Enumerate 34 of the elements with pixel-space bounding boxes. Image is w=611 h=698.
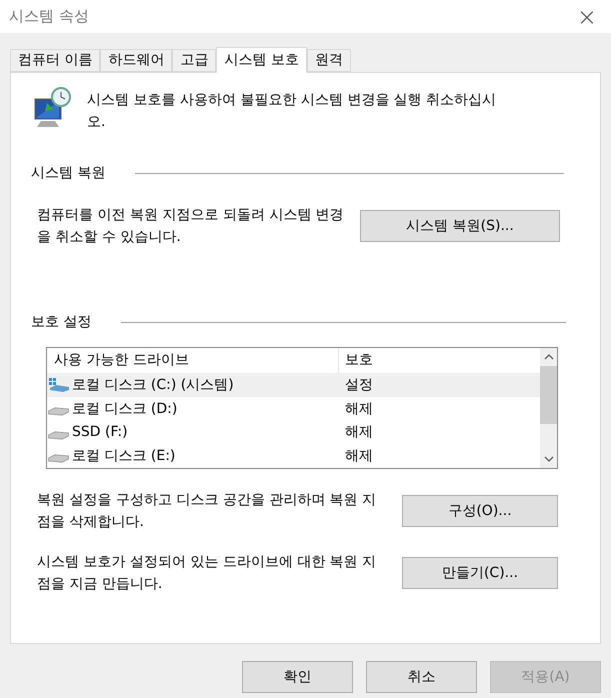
drive-name: 로컬 디스크 (D:) [72,400,178,418]
system-restore-button[interactable]: 시스템 복원(S)... [360,210,560,242]
section-heading: 보호 설정 [31,313,92,332]
tab[interactable]: 시스템 보호 [216,47,307,73]
dialog-button[interactable]: 확인 [242,661,353,693]
configure-description: 복원 설정을 구성하고 디스크 공간을 관리하며 복원 지점을 삭제합니다. [37,491,377,532]
system-drive-icon [48,377,70,394]
protection-status: 설정 [344,376,373,395]
close-button[interactable]: × [576,4,597,28]
tab[interactable]: 컴퓨터 이름 [10,49,100,72]
scrollbar[interactable] [540,348,557,468]
protection-status: 해제 [344,423,373,442]
drive-name: 로컬 디스크 (E:) [72,446,176,466]
tab[interactable]: 하드웨어 [100,49,172,72]
intro-text: 시스템 보호를 사용하여 불필요한 시스템 변경을 실행 취소하십시오. [87,91,498,132]
protection-status: 해제 [344,400,373,418]
protection-status: 해제 [344,446,373,466]
column-header[interactable]: 사용 가능한 드라이브 [47,348,339,373]
restore-description: 컴퓨터를 이전 복원 지점으로 되돌려 시스템 변경을 취소할 수 있습니다. [37,206,345,247]
drive-row[interactable]: 로컬 디스크 (C:) (시스템) 설정 [47,374,540,398]
drive-row[interactable]: SSD (F:) 해제 [47,420,540,444]
section-heading: 시스템 복원 [31,164,106,183]
tab[interactable]: 고급 [172,49,216,72]
drive-name: SSD (F:) [72,423,128,442]
create-description: 시스템 보호가 설정되어 있는 드라이브에 대한 복원 지점을 지금 만듭니다. [37,553,377,594]
create-button[interactable]: 만들기(C)... [402,557,558,589]
column-header[interactable]: 보호 [339,350,373,371]
dialog-button[interactable]: 취소 [366,661,477,693]
drive-name: 로컬 디스크 (C:) (시스템) [72,376,234,395]
drive-row[interactable]: 로컬 디스크 (D:) 해제 [47,397,540,421]
configure-button[interactable]: 구성(O)... [402,495,558,527]
window-title: 시스템 속성 [9,6,89,28]
drive-row[interactable]: 로컬 디스크 (E:) 해제 [47,444,540,468]
tab[interactable]: 원격 [306,49,351,72]
